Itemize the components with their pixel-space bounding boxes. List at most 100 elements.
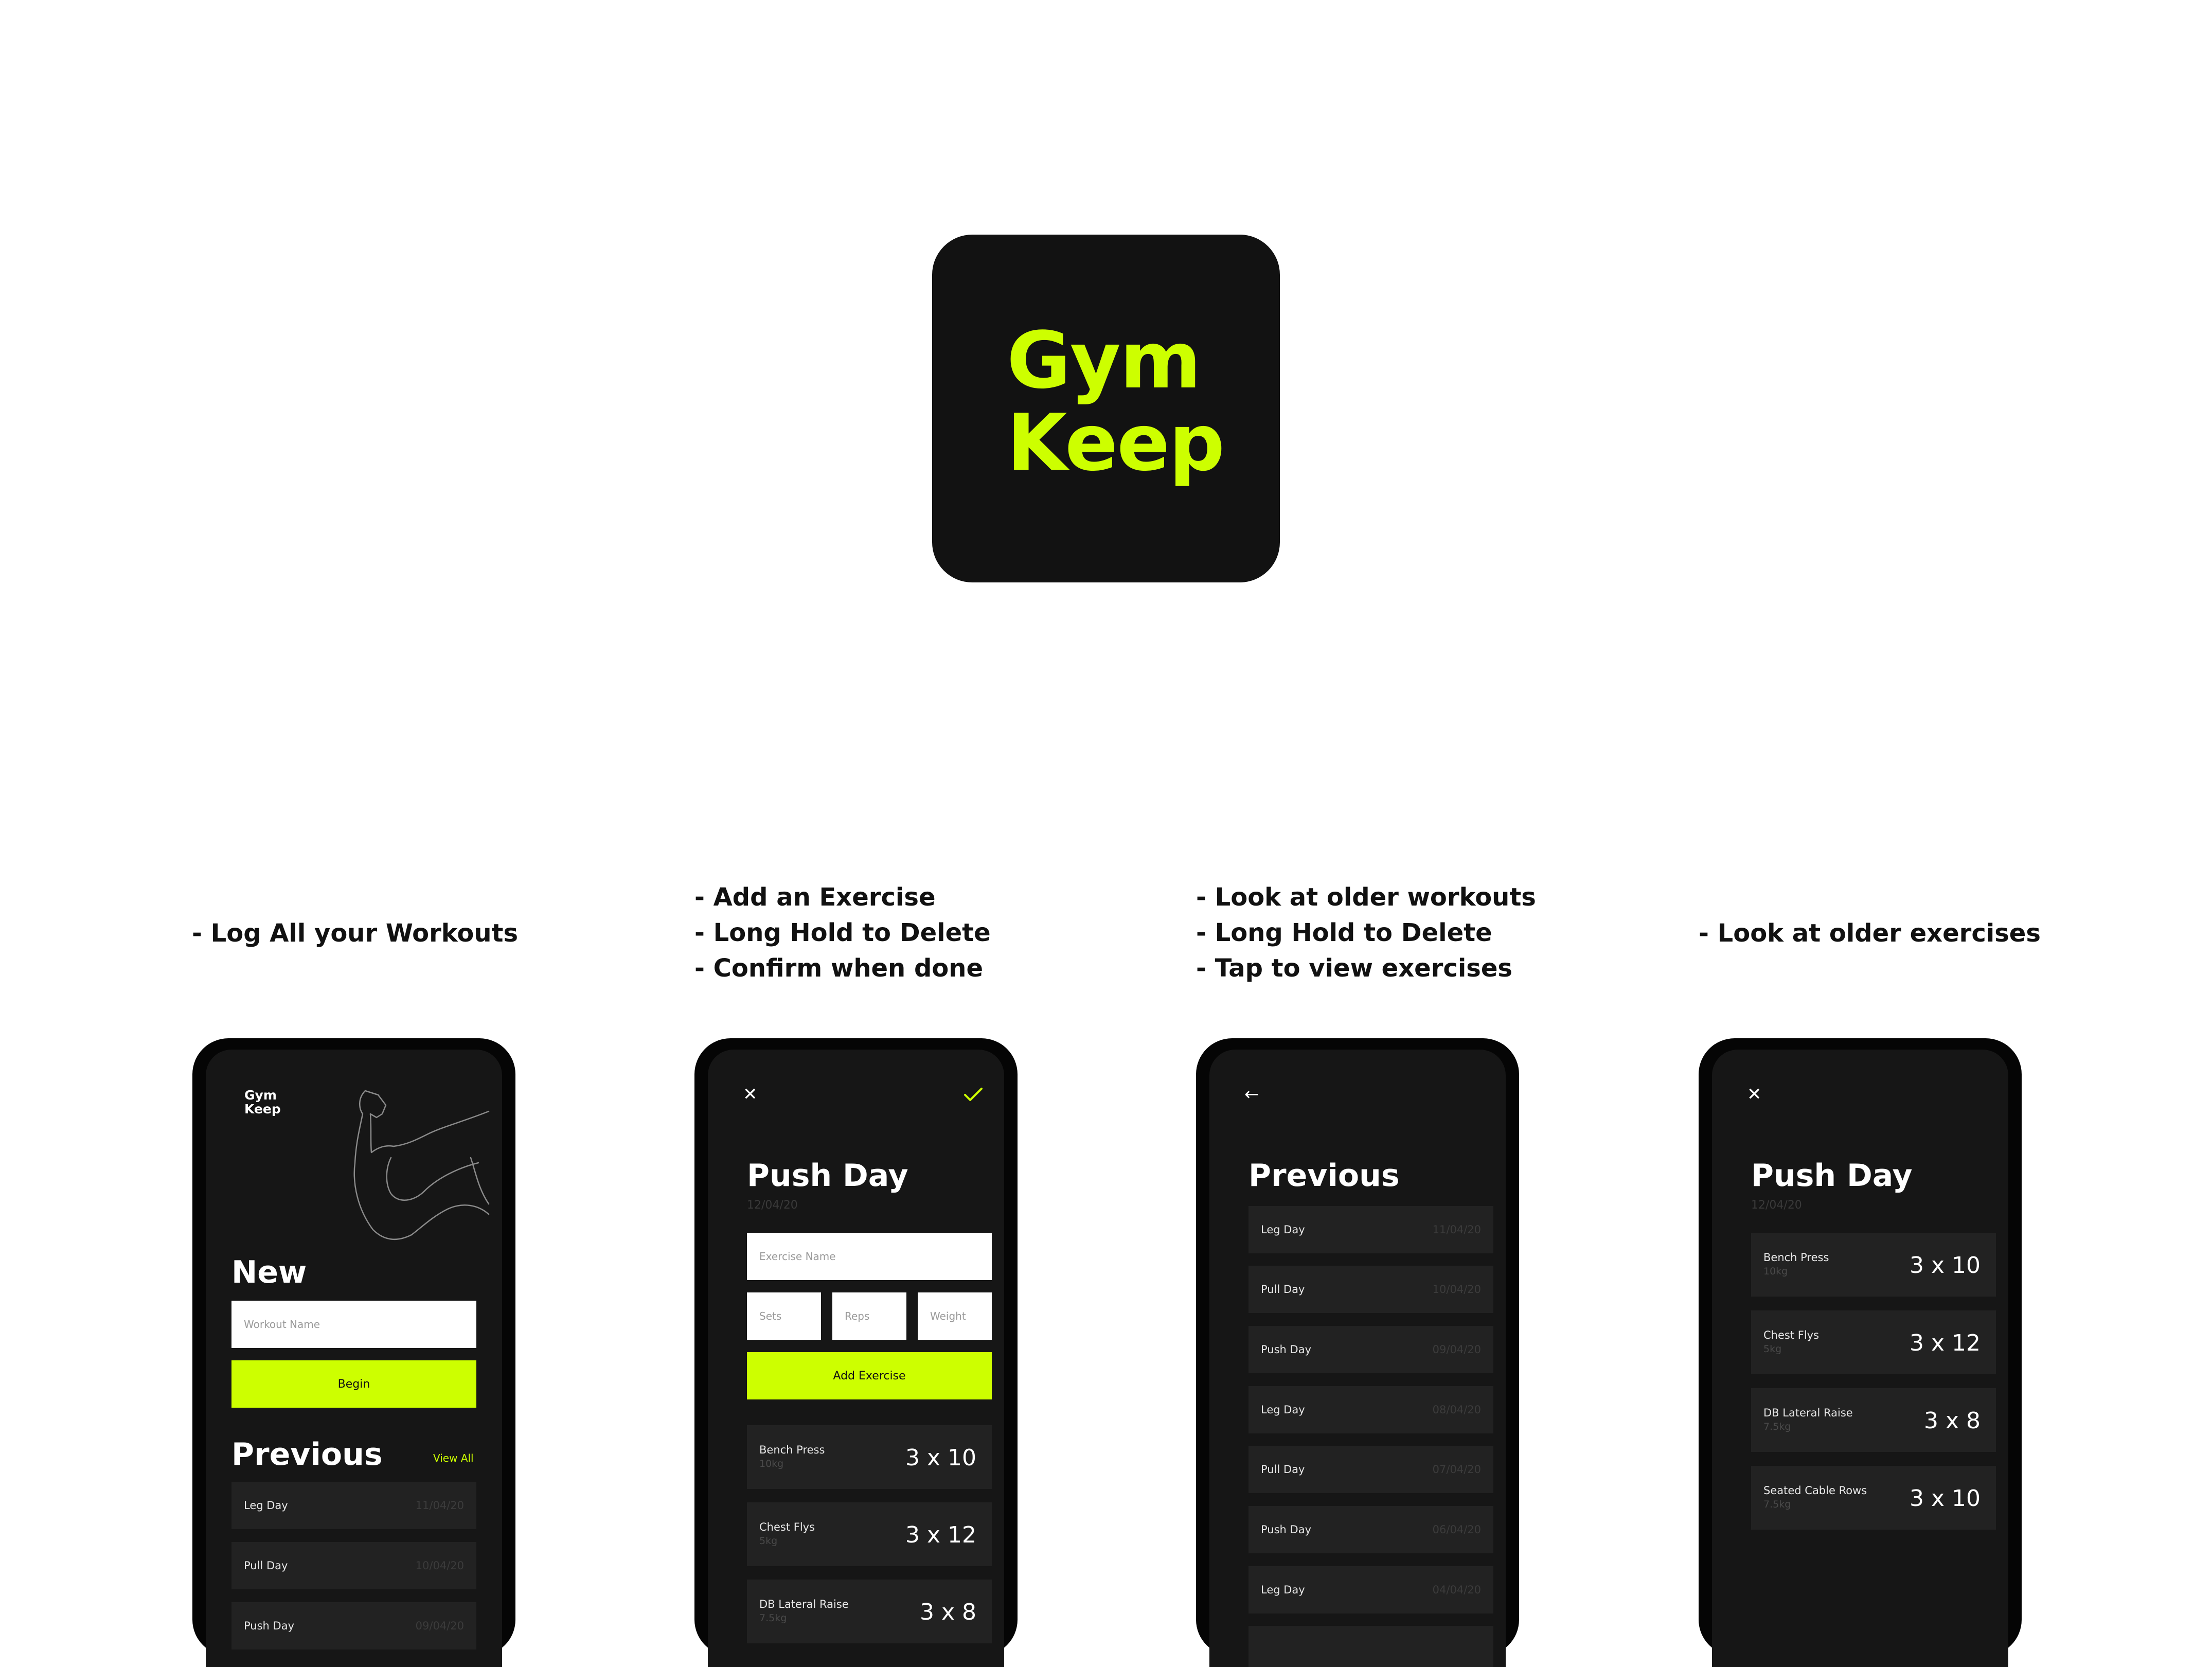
previous-screen-title: Previous bbox=[1248, 1158, 1400, 1194]
workout-name-input[interactable]: Workout Name bbox=[231, 1301, 476, 1348]
exercise-name: Bench Press bbox=[759, 1444, 825, 1456]
exercise-row[interactable]: DB Lateral Raise 7.5kg 3 x 8 bbox=[747, 1580, 992, 1643]
flexed-arm-illustration bbox=[353, 1090, 490, 1240]
phone-add-exercise: ✕ Push Day 12/04/20 Exercise Name Sets R… bbox=[694, 1038, 1018, 1667]
app-icon-line1: Gym bbox=[1007, 315, 1201, 406]
exercise-name-input[interactable]: Exercise Name bbox=[747, 1233, 992, 1280]
weight-input[interactable]: Weight bbox=[918, 1292, 992, 1340]
feature-caption-3: - Look at older workouts - Long Hold to … bbox=[1196, 880, 1536, 986]
exercise-name: DB Lateral Raise bbox=[759, 1598, 849, 1610]
workout-row-name: Push Day bbox=[1261, 1523, 1311, 1536]
exercise-sets-reps: 3 x 12 bbox=[905, 1522, 976, 1548]
exercise-row[interactable]: Seated Cable Rows 7.5kg 3 x 10 bbox=[1751, 1466, 1996, 1530]
view-all-link[interactable]: View All bbox=[433, 1452, 474, 1464]
exercise-row[interactable]: Chest Flys 5kg 3 x 12 bbox=[1751, 1310, 1996, 1374]
workout-row[interactable]: Push Day 06/04/20 bbox=[1248, 1506, 1493, 1553]
arrow-left-icon[interactable]: ← bbox=[1244, 1086, 1259, 1103]
workout-row[interactable]: Leg Day 04/04/20 bbox=[1248, 1566, 1493, 1613]
exercise-weight: 5kg bbox=[759, 1535, 778, 1547]
workout-detail-screen: ✕ Push Day 12/04/20 Bench Press 10kg 3 x… bbox=[1712, 1050, 2008, 1667]
feature-2-line-3: - Confirm when done bbox=[694, 954, 983, 983]
new-title: New bbox=[231, 1254, 307, 1290]
feature-caption-2: - Add an Exercise - Long Hold to Delete … bbox=[694, 880, 991, 986]
workout-row[interactable]: Push Day 09/04/20 bbox=[231, 1602, 476, 1650]
home-logo-line1: Gym bbox=[244, 1088, 277, 1103]
workout-row-name: Pull Day bbox=[244, 1559, 288, 1572]
feature-caption-1: - Log All your Workouts bbox=[192, 916, 518, 951]
reps-input[interactable]: Reps bbox=[832, 1292, 906, 1340]
exercise-sets-reps: 3 x 12 bbox=[1910, 1330, 1981, 1356]
workout-row[interactable]: Leg Day 08/04/20 bbox=[1248, 1386, 1493, 1433]
previous-screen: ← Previous Leg Day 11/04/20 Pull Day 10/… bbox=[1209, 1050, 1506, 1667]
feature-1-line-1: - Log All your Workouts bbox=[192, 919, 519, 948]
workout-row-date: 11/04/20 bbox=[1432, 1223, 1481, 1236]
home-screen: Gym Keep New Workout Name Begin Previous… bbox=[206, 1050, 502, 1667]
exercise-row[interactable]: Chest Flys 5kg 3 x 12 bbox=[747, 1502, 992, 1566]
workout-row-date: 09/04/20 bbox=[1432, 1343, 1481, 1356]
close-icon[interactable]: ✕ bbox=[1747, 1086, 1762, 1103]
phone-home: Gym Keep New Workout Name Begin Previous… bbox=[192, 1038, 515, 1667]
workout-row-name: Leg Day bbox=[1261, 1404, 1305, 1416]
home-logo: Gym Keep bbox=[244, 1088, 281, 1116]
feature-2-line-2: - Long Hold to Delete bbox=[694, 918, 991, 947]
workout-date: 12/04/20 bbox=[747, 1199, 798, 1212]
workout-row-date: 10/04/20 bbox=[415, 1559, 464, 1572]
feature-2-line-1: - Add an Exercise bbox=[694, 883, 936, 912]
workout-row[interactable]: Leg Day 11/04/20 bbox=[231, 1482, 476, 1529]
close-icon[interactable]: ✕ bbox=[743, 1086, 758, 1103]
exercise-weight: 7.5kg bbox=[1763, 1499, 1791, 1510]
add-exercise-button[interactable]: Add Exercise bbox=[747, 1352, 992, 1399]
workout-row-date: 04/04/20 bbox=[1432, 1584, 1481, 1596]
workout-row-name: Leg Day bbox=[244, 1499, 288, 1512]
detail-title: Push Day bbox=[1751, 1158, 1913, 1194]
workout-row-name: Leg Day bbox=[1261, 1584, 1305, 1596]
add-exercise-screen: ✕ Push Day 12/04/20 Exercise Name Sets R… bbox=[708, 1050, 1004, 1667]
workout-row[interactable]: Pull Day 10/04/20 bbox=[1248, 1266, 1493, 1313]
feature-caption-4: - Look at older exercises bbox=[1699, 916, 2041, 951]
exercise-weight: 7.5kg bbox=[1763, 1421, 1791, 1432]
feature-3-line-2: - Long Hold to Delete bbox=[1196, 918, 1492, 947]
previous-title: Previous bbox=[231, 1437, 383, 1473]
exercise-sets-reps: 3 x 10 bbox=[905, 1445, 976, 1471]
home-logo-line2: Keep bbox=[244, 1102, 281, 1116]
exercise-sets-reps: 3 x 8 bbox=[920, 1599, 976, 1625]
workout-row[interactable]: Leg Day 11/04/20 bbox=[1248, 1206, 1493, 1253]
exercise-weight: 10kg bbox=[759, 1458, 784, 1469]
app-icon: Gym Keep bbox=[932, 235, 1280, 582]
workout-row-date: 07/04/20 bbox=[1432, 1463, 1481, 1476]
sets-input[interactable]: Sets bbox=[747, 1292, 821, 1340]
workout-row[interactable]: Push Day 09/04/20 bbox=[1248, 1326, 1493, 1373]
workout-row[interactable]: Pull Day 07/04/20 bbox=[1248, 1446, 1493, 1493]
workout-row-name: Push Day bbox=[1261, 1343, 1311, 1356]
workout-row-date: 09/04/20 bbox=[415, 1620, 464, 1632]
exercise-sets-reps: 3 x 10 bbox=[1910, 1485, 1981, 1512]
workout-row-date: 06/04/20 bbox=[1432, 1523, 1481, 1536]
phone-workout-detail: ✕ Push Day 12/04/20 Bench Press 10kg 3 x… bbox=[1699, 1038, 2022, 1667]
exercise-row[interactable]: DB Lateral Raise 7.5kg 3 x 8 bbox=[1751, 1388, 1996, 1452]
exercise-name: DB Lateral Raise bbox=[1763, 1407, 1853, 1419]
exercise-name: Chest Flys bbox=[759, 1521, 815, 1533]
exercise-name: Bench Press bbox=[1763, 1251, 1829, 1264]
detail-date: 12/04/20 bbox=[1751, 1199, 1802, 1212]
workout-row-name: Pull Day bbox=[1261, 1463, 1305, 1476]
workout-row-date: 10/04/20 bbox=[1432, 1283, 1481, 1296]
exercise-row[interactable]: Bench Press 10kg 3 x 10 bbox=[1751, 1233, 1996, 1297]
workout-row-name: Pull Day bbox=[1261, 1283, 1305, 1296]
check-icon[interactable] bbox=[963, 1086, 984, 1103]
exercise-sets-reps: 3 x 8 bbox=[1924, 1408, 1981, 1434]
workout-row-date: 11/04/20 bbox=[415, 1499, 464, 1512]
phone-previous: ← Previous Leg Day 11/04/20 Pull Day 10/… bbox=[1196, 1038, 1519, 1667]
workout-row-date: 08/04/20 bbox=[1432, 1404, 1481, 1416]
exercise-name: Chest Flys bbox=[1763, 1329, 1819, 1341]
exercise-weight: 5kg bbox=[1763, 1343, 1782, 1355]
workout-row-partial[interactable] bbox=[1248, 1626, 1493, 1667]
exercise-row[interactable]: Bench Press 10kg 3 x 10 bbox=[747, 1425, 992, 1489]
feature-4-line-1: - Look at older exercises bbox=[1699, 919, 2041, 948]
exercise-sets-reps: 3 x 10 bbox=[1910, 1252, 1981, 1279]
exercise-name: Seated Cable Rows bbox=[1763, 1484, 1867, 1497]
workout-row-name: Push Day bbox=[244, 1620, 294, 1632]
feature-3-line-3: - Tap to view exercises bbox=[1196, 954, 1512, 983]
workout-row[interactable]: Pull Day 10/04/20 bbox=[231, 1542, 476, 1589]
exercise-weight: 7.5kg bbox=[759, 1612, 787, 1624]
begin-button[interactable]: Begin bbox=[231, 1360, 476, 1408]
